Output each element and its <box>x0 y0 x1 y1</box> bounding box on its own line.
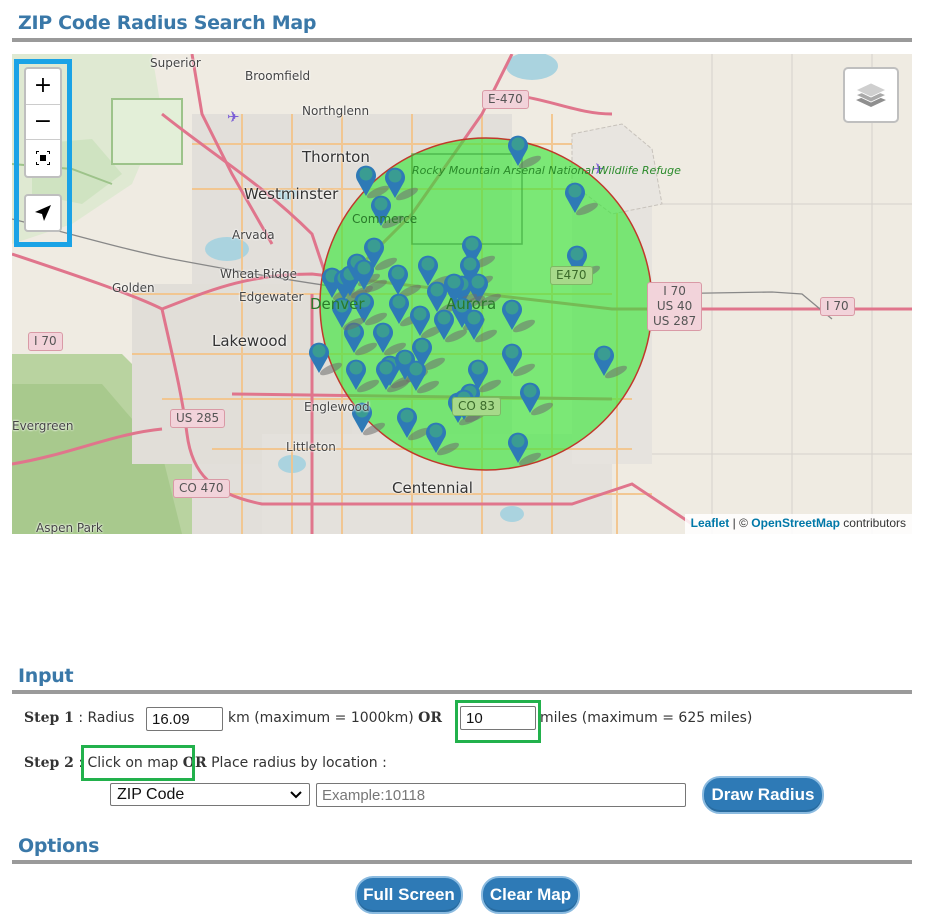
map-label-aspen-park: Aspen Park <box>36 521 103 534</box>
or-label-2: OR <box>182 755 207 771</box>
marker-hole <box>409 362 423 376</box>
miles-suffix: miles (maximum = 625 miles) <box>540 710 753 726</box>
step2-row: Step 2 : Click on map OR Place radius by… <box>24 755 387 771</box>
map-label-englewood: Englewood <box>304 400 370 414</box>
marker-hole <box>312 344 326 358</box>
map-label-northglenn: Northglenn <box>302 104 370 118</box>
map-label-arvada: Arvada <box>232 228 275 242</box>
clear-map-button[interactable]: Clear Map <box>481 876 580 914</box>
fullscreen-button[interactable] <box>26 140 60 176</box>
marker-hole <box>511 137 525 151</box>
map-label-lakewood: Lakewood <box>212 332 288 350</box>
click-on-map-text[interactable]: Click on map <box>88 755 179 771</box>
full-screen-button[interactable]: Full Screen <box>355 876 463 914</box>
page-title: ZIP Code Radius Search Map <box>18 12 317 34</box>
marker-hole <box>471 275 485 289</box>
draw-radius-button[interactable]: Draw Radius <box>702 776 824 814</box>
marker-hole <box>359 167 373 181</box>
map-attribution: Leaflet | © OpenStreetMap contributors <box>684 514 912 534</box>
marker-hole <box>374 197 388 211</box>
location-input[interactable] <box>316 783 686 807</box>
marker-hole <box>437 311 451 325</box>
marker-hole <box>367 239 381 253</box>
shield-i70-us40-us287: I 70 US 40 US 287 <box>647 282 703 331</box>
map-container[interactable]: ✈ ✈ Superior Broomfield Northglenn Thorn… <box>12 54 912 534</box>
map-label-edgewater: Edgewater <box>239 290 304 304</box>
zoom-control: + − <box>24 67 62 178</box>
marker-hole <box>429 424 443 438</box>
shield-co470: CO 470 <box>173 479 230 498</box>
layers-button[interactable] <box>843 67 899 123</box>
marker-hole <box>505 345 519 359</box>
map-label-thornton: Thornton <box>302 148 370 166</box>
marker-hole <box>398 351 412 365</box>
step1-row: Step 1 : Radius <box>24 710 135 726</box>
zoom-out-button[interactable]: − <box>26 105 60 141</box>
options-divider <box>12 860 912 864</box>
marker-hole <box>376 324 390 338</box>
shield-co83: CO 83 <box>452 397 501 416</box>
input-divider <box>12 690 912 694</box>
locate-arrow-icon <box>35 205 51 221</box>
shield-us285: US 285 <box>170 409 226 428</box>
radius-miles-input[interactable] <box>460 706 536 730</box>
title-divider <box>12 38 912 42</box>
map-label-denver: Denver <box>310 295 365 313</box>
marker-hole <box>570 247 584 261</box>
locate-button[interactable] <box>24 194 62 232</box>
fullscreen-icon <box>36 150 50 165</box>
zoom-in-button[interactable]: + <box>26 69 60 105</box>
map-label-broomfield: Broomfield <box>245 69 311 83</box>
marker-hole <box>471 361 485 375</box>
marker-hole <box>505 301 519 315</box>
marker-hole <box>391 266 405 280</box>
marker-hole <box>421 257 435 271</box>
marker-hole <box>511 434 525 448</box>
map-label-golden: Golden <box>112 281 155 295</box>
marker-hole <box>430 283 444 297</box>
marker-hole <box>463 257 477 271</box>
marker-hole <box>379 361 393 375</box>
marker-hole <box>447 275 461 289</box>
map-label-evergreen: Evergreen <box>12 419 74 433</box>
layers-icon <box>854 82 888 107</box>
marker-hole <box>467 311 481 325</box>
map-label-westminster: Westminster <box>244 185 339 203</box>
shield-i70-east: I 70 <box>820 297 855 316</box>
shield-i70-west: I 70 <box>28 332 63 351</box>
shield-e470: E-470 <box>482 90 529 109</box>
marker-hole <box>349 361 363 375</box>
marker-hole <box>392 295 406 309</box>
marker-hole <box>465 237 479 251</box>
marker-hole <box>523 384 537 398</box>
or-label: OR <box>418 710 442 726</box>
map-label-superior: Superior <box>150 56 201 70</box>
marker-hole <box>357 261 371 275</box>
map-label-aurora: Aurora <box>446 295 497 313</box>
options-section-title: Options <box>18 835 100 857</box>
marker-hole <box>415 339 429 353</box>
map-label-commerce-city: Commerce <box>352 212 418 226</box>
km-suffix: km (maximum = 1000km) OR <box>228 710 442 726</box>
osm-link[interactable]: OpenStreetMap <box>751 516 840 530</box>
marker-hole <box>388 169 402 183</box>
marker-hole <box>400 409 414 423</box>
shield-e470-inner: E470 <box>550 266 593 285</box>
map-label-wheat-ridge: Wheat Ridge <box>220 267 298 281</box>
marker-hole <box>568 184 582 198</box>
map-label-centennial: Centennial <box>392 479 473 497</box>
map-label-littleton: Littleton <box>286 440 336 454</box>
marker-hole <box>413 307 427 321</box>
step2-label: Step 2 <box>24 755 74 771</box>
map-label-rocky-mountain-arsenal: Rocky Mountain Arsenal National Wildlife… <box>412 164 681 177</box>
location-type-select[interactable]: ZIP Code <box>110 783 310 806</box>
radius-km-input[interactable] <box>146 707 223 731</box>
leaflet-link[interactable]: Leaflet <box>691 516 730 530</box>
marker-hole <box>597 347 611 361</box>
step1-label: Step 1 <box>24 710 74 726</box>
input-section-title: Input <box>18 665 74 687</box>
chevron-down-icon <box>290 791 302 799</box>
